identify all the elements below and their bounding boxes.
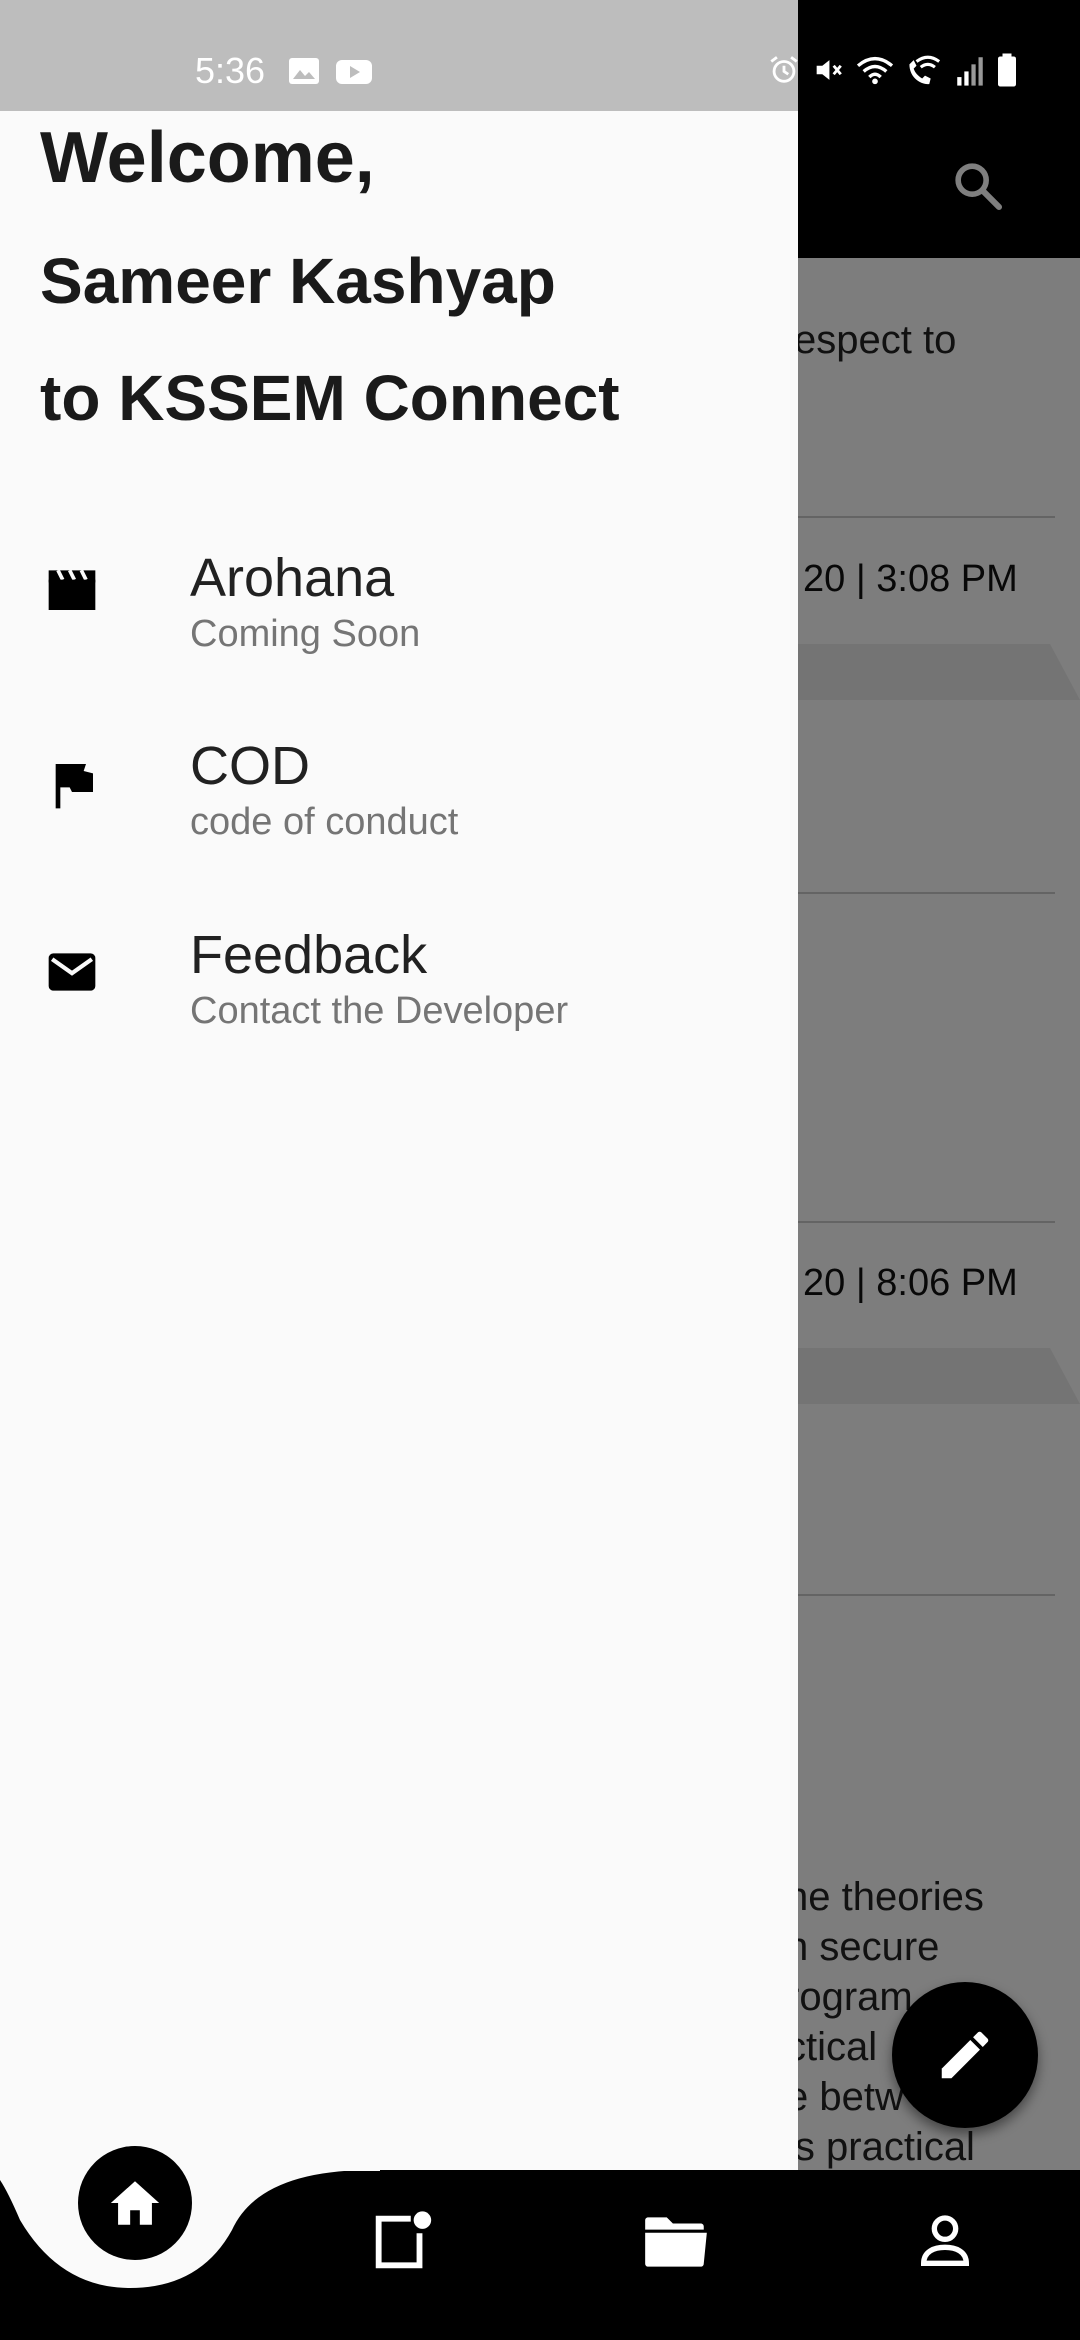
- navigation-drawer: Welcome, Sameer Kashyap to KSSEM Connect…: [0, 111, 798, 2170]
- notes-icon: [375, 2211, 432, 2269]
- compose-fab[interactable]: [892, 1982, 1038, 2128]
- home-icon: [110, 2181, 160, 2225]
- app-name-line: to KSSEM Connect: [40, 362, 620, 434]
- battery-icon: [998, 53, 1016, 87]
- menu-item-subtitle: Coming Soon: [190, 613, 421, 655]
- status-bar-drawer-overlay: [0, 0, 798, 111]
- status-icons: [767, 52, 1019, 88]
- status-bar: 5:36: [0, 0, 1080, 111]
- alarm-icon: [770, 56, 798, 83]
- clapperboard-icon: [48, 569, 96, 610]
- menu-item-title: Arohana: [190, 548, 395, 608]
- wifi-icon: [856, 56, 894, 85]
- status-time: 5:36: [195, 50, 266, 91]
- mail-icon: [48, 953, 96, 991]
- menu-item-subtitle: Contact the Developer: [190, 990, 569, 1032]
- menu-item-cod[interactable]: COD code of conduct: [0, 735, 798, 905]
- menu-item-title: Feedback: [190, 925, 428, 985]
- signal-icon: [957, 57, 983, 86]
- youtube-icon: [336, 60, 372, 84]
- folder-icon: [645, 2217, 707, 2267]
- image-icon: [289, 58, 319, 84]
- nav-home-button[interactable]: [78, 2146, 192, 2260]
- wifi-call-icon: [909, 55, 941, 85]
- profile-icon: [920, 2215, 970, 2266]
- nav-notes-button[interactable]: [362, 2202, 442, 2282]
- pencil-icon: [941, 2031, 989, 2079]
- menu-item-feedback[interactable]: Feedback Contact the Developer: [0, 924, 798, 1094]
- mute-icon: [816, 60, 842, 80]
- menu-item-title: COD: [190, 736, 310, 796]
- nav-profile-button[interactable]: [905, 2202, 985, 2282]
- nav-folder-button[interactable]: [636, 2202, 716, 2282]
- flag-icon: [55, 764, 93, 809]
- menu-item-arohana[interactable]: Arohana Coming Soon: [0, 547, 798, 717]
- user-name: Sameer Kashyap: [40, 245, 556, 317]
- welcome-heading: Welcome,: [40, 118, 375, 198]
- bottom-navigation: [0, 2146, 1080, 2340]
- menu-item-subtitle: code of conduct: [190, 801, 459, 843]
